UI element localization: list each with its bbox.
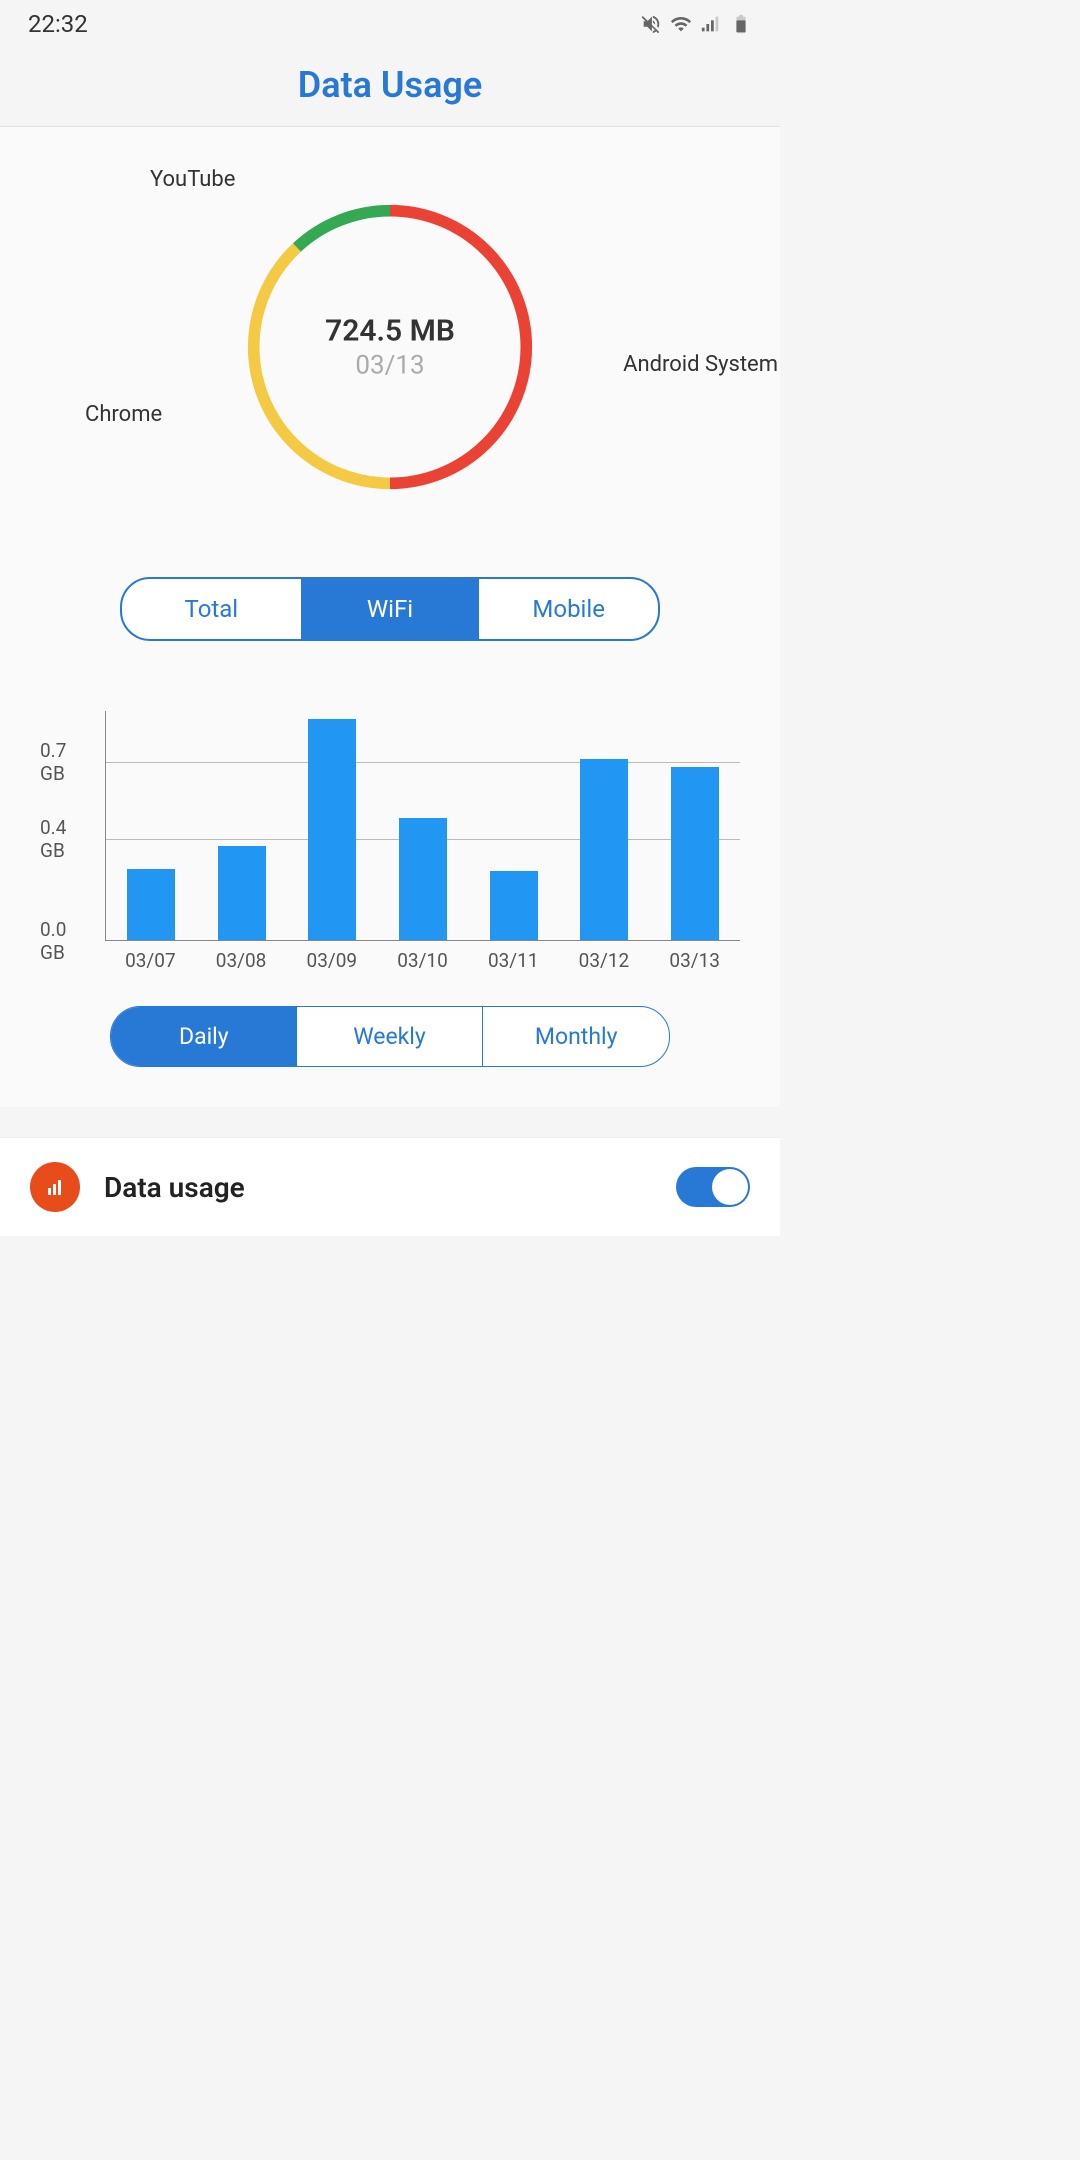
donut-chart[interactable]: 724.5 MB 03/13 — [245, 202, 535, 492]
signal-icon — [700, 13, 722, 35]
bar-chart[interactable]: 0.0 GB0.4 GB0.7 GB 03/0703/0803/0903/100… — [105, 711, 740, 971]
bar[interactable] — [580, 759, 628, 940]
settings-area: Data usage — [0, 1137, 780, 1236]
donut-chart-container: YouTube Chrome Android System 724.5 MB 0… — [20, 157, 760, 537]
battery-icon — [730, 13, 752, 35]
donut-label-android-system: Android System — [623, 352, 778, 377]
status-time: 22:32 — [28, 10, 88, 38]
donut-label-chrome: Chrome — [85, 402, 162, 427]
connection-type-tabs: TotalWiFiMobile — [120, 577, 660, 641]
donut-center: 724.5 MB 03/13 — [325, 314, 455, 381]
bar[interactable] — [671, 767, 719, 940]
x-tick: 03/10 — [377, 949, 468, 972]
x-tick: 03/13 — [649, 949, 740, 972]
x-tick: 03/07 — [105, 949, 196, 972]
bar[interactable] — [127, 869, 175, 940]
tab-wifi[interactable]: WiFi — [301, 579, 480, 639]
x-tick: 03/11 — [468, 949, 559, 972]
y-tick: 0.4 GB — [40, 816, 95, 862]
bar-wrapper — [287, 711, 378, 940]
period-tab-monthly[interactable]: Monthly — [483, 1007, 669, 1066]
bar-plot-area — [105, 711, 740, 941]
bar[interactable] — [399, 818, 447, 940]
bar-wrapper — [559, 711, 650, 940]
x-tick: 03/12 — [559, 949, 650, 972]
bar-chart-container: 0.0 GB0.4 GB0.7 GB 03/0703/0803/0903/100… — [20, 711, 760, 971]
donut-total-value: 724.5 MB — [325, 314, 455, 349]
content-area: YouTube Chrome Android System 724.5 MB 0… — [0, 127, 780, 1107]
data-usage-toggle[interactable] — [676, 1167, 750, 1207]
bar[interactable] — [308, 719, 356, 940]
toggle-knob — [712, 1169, 748, 1205]
period-tabs: DailyWeeklyMonthly — [110, 1006, 670, 1067]
wifi-icon — [670, 13, 692, 35]
y-tick: 0.7 GB — [40, 739, 95, 785]
status-icons — [640, 13, 752, 35]
x-tick: 03/09 — [286, 949, 377, 972]
tab-total[interactable]: Total — [122, 579, 301, 639]
period-tab-weekly[interactable]: Weekly — [297, 1007, 484, 1066]
bar-wrapper — [106, 711, 197, 940]
setting-title-data-usage: Data usage — [104, 1171, 676, 1204]
bar[interactable] — [218, 846, 266, 940]
bar-y-axis: 0.0 GB0.4 GB0.7 GB — [40, 711, 100, 941]
data-usage-icon — [30, 1162, 80, 1212]
bar[interactable] — [490, 871, 538, 940]
donut-date: 03/13 — [325, 351, 455, 381]
bar-wrapper — [378, 711, 469, 940]
period-tab-daily[interactable]: Daily — [111, 1007, 297, 1066]
bar-wrapper — [649, 711, 740, 940]
tab-mobile[interactable]: Mobile — [479, 579, 658, 639]
donut-label-youtube: YouTube — [150, 167, 235, 192]
x-tick: 03/08 — [196, 949, 287, 972]
setting-row-data-usage[interactable]: Data usage — [0, 1138, 780, 1236]
page-header: Data Usage — [0, 48, 780, 127]
bar-wrapper — [468, 711, 559, 940]
bar-x-axis: 03/0703/0803/0903/1003/1103/1203/13 — [105, 949, 740, 972]
y-tick: 0.0 GB — [40, 918, 95, 964]
status-bar: 22:32 — [0, 0, 780, 48]
bar-wrapper — [197, 711, 288, 940]
page-title: Data Usage — [0, 64, 780, 106]
mute-icon — [640, 13, 662, 35]
